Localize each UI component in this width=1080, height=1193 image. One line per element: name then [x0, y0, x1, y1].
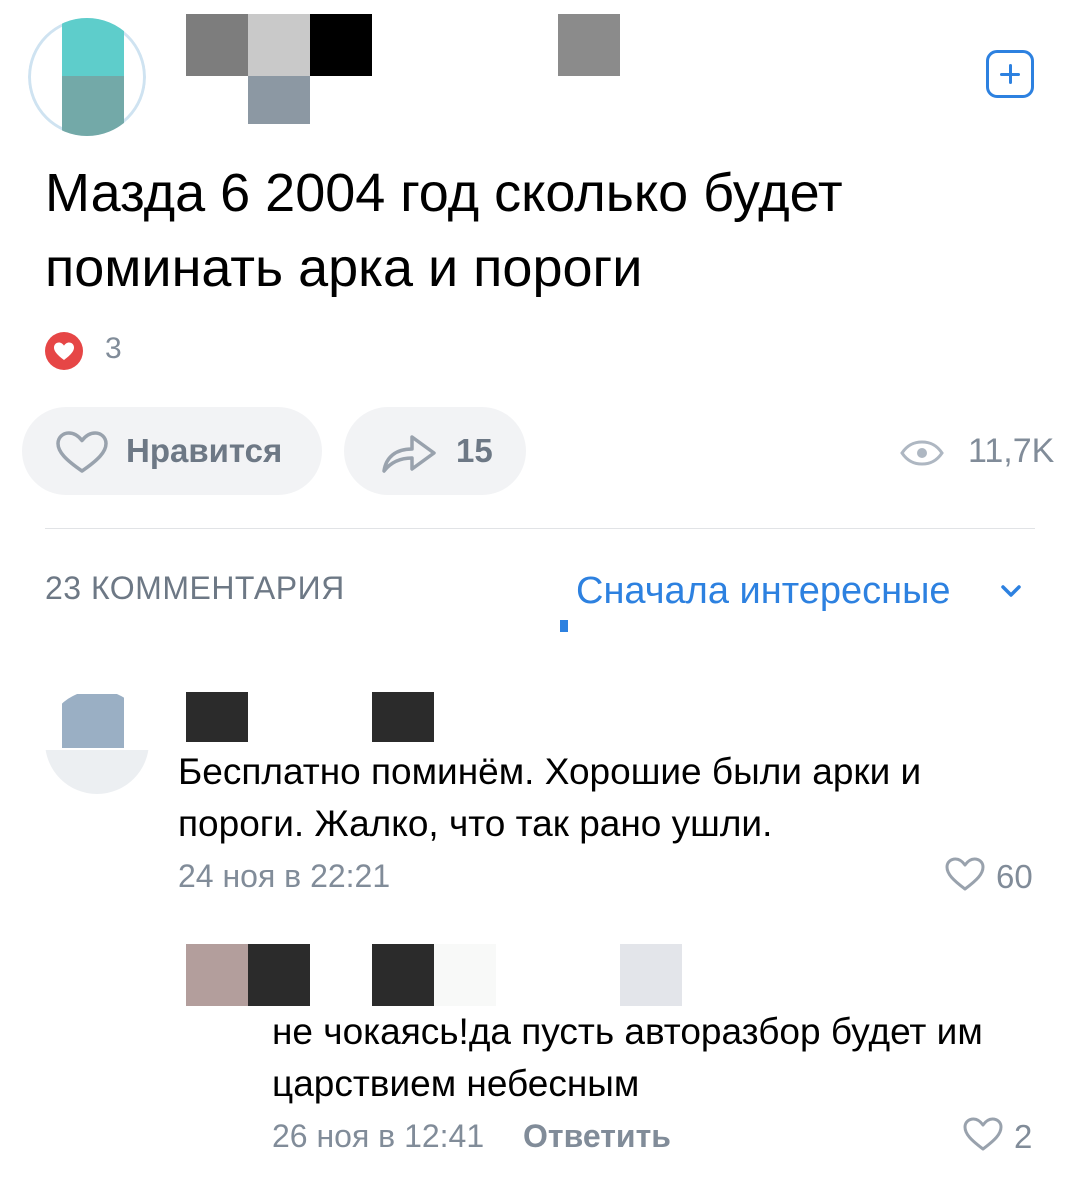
comments-count: 23 КОММЕНТАРИЯ — [45, 570, 345, 606]
heart-outline-icon — [56, 431, 108, 473]
shares-count: 15 — [456, 432, 493, 469]
share-arrow-icon — [382, 435, 436, 473]
reply-button[interactable]: Ответить — [523, 1118, 671, 1154]
comment-1-likes-count: 60 — [996, 858, 1033, 895]
comment-2-meta: 26 ноя в 12:41 Ответить — [272, 1118, 671, 1155]
comment-1-avatar[interactable] — [45, 690, 149, 794]
comment-2-like-button[interactable]: 2 — [962, 1116, 1042, 1156]
like-button-label: Нравится — [126, 432, 283, 469]
heart-outline-icon — [963, 1117, 1003, 1151]
divider — [45, 528, 1035, 529]
eye-icon — [900, 440, 944, 466]
heart-outline-icon — [945, 857, 985, 891]
heart-reaction-icon — [45, 332, 83, 370]
comment-2-likes-count: 2 — [1014, 1118, 1033, 1155]
like-button[interactable]: Нравится — [22, 407, 322, 495]
chevron-down-icon — [1001, 585, 1021, 597]
comment-2-date: 26 ноя в 12:41 — [272, 1118, 485, 1154]
reactions-count: 3 — [105, 332, 122, 365]
comment-1-text: Бесплатно поминём. Хорошие были арки и п… — [178, 751, 922, 844]
share-button[interactable]: 15 — [344, 407, 526, 495]
add-button[interactable] — [986, 50, 1034, 98]
author-name-obscured[interactable] — [186, 14, 626, 124]
views-count: 11,7K — [968, 432, 1055, 470]
sort-label: Сначала интересные — [576, 570, 951, 612]
author-avatar[interactable] — [28, 18, 146, 136]
comment-1-meta: 24 ноя в 22:21 — [178, 858, 391, 894]
comment-1-author-obscured[interactable] — [186, 692, 436, 742]
comment-2-text: не чокаясь!да пусть авторазбор будет им … — [272, 1011, 983, 1104]
comment-2-author-obscured[interactable] — [186, 944, 686, 1006]
cursor-mark — [560, 620, 568, 632]
post-title: Мазда 6 2004 год сколько будет поминать … — [45, 163, 843, 298]
comment-1-like-button[interactable]: 60 — [944, 856, 1044, 896]
